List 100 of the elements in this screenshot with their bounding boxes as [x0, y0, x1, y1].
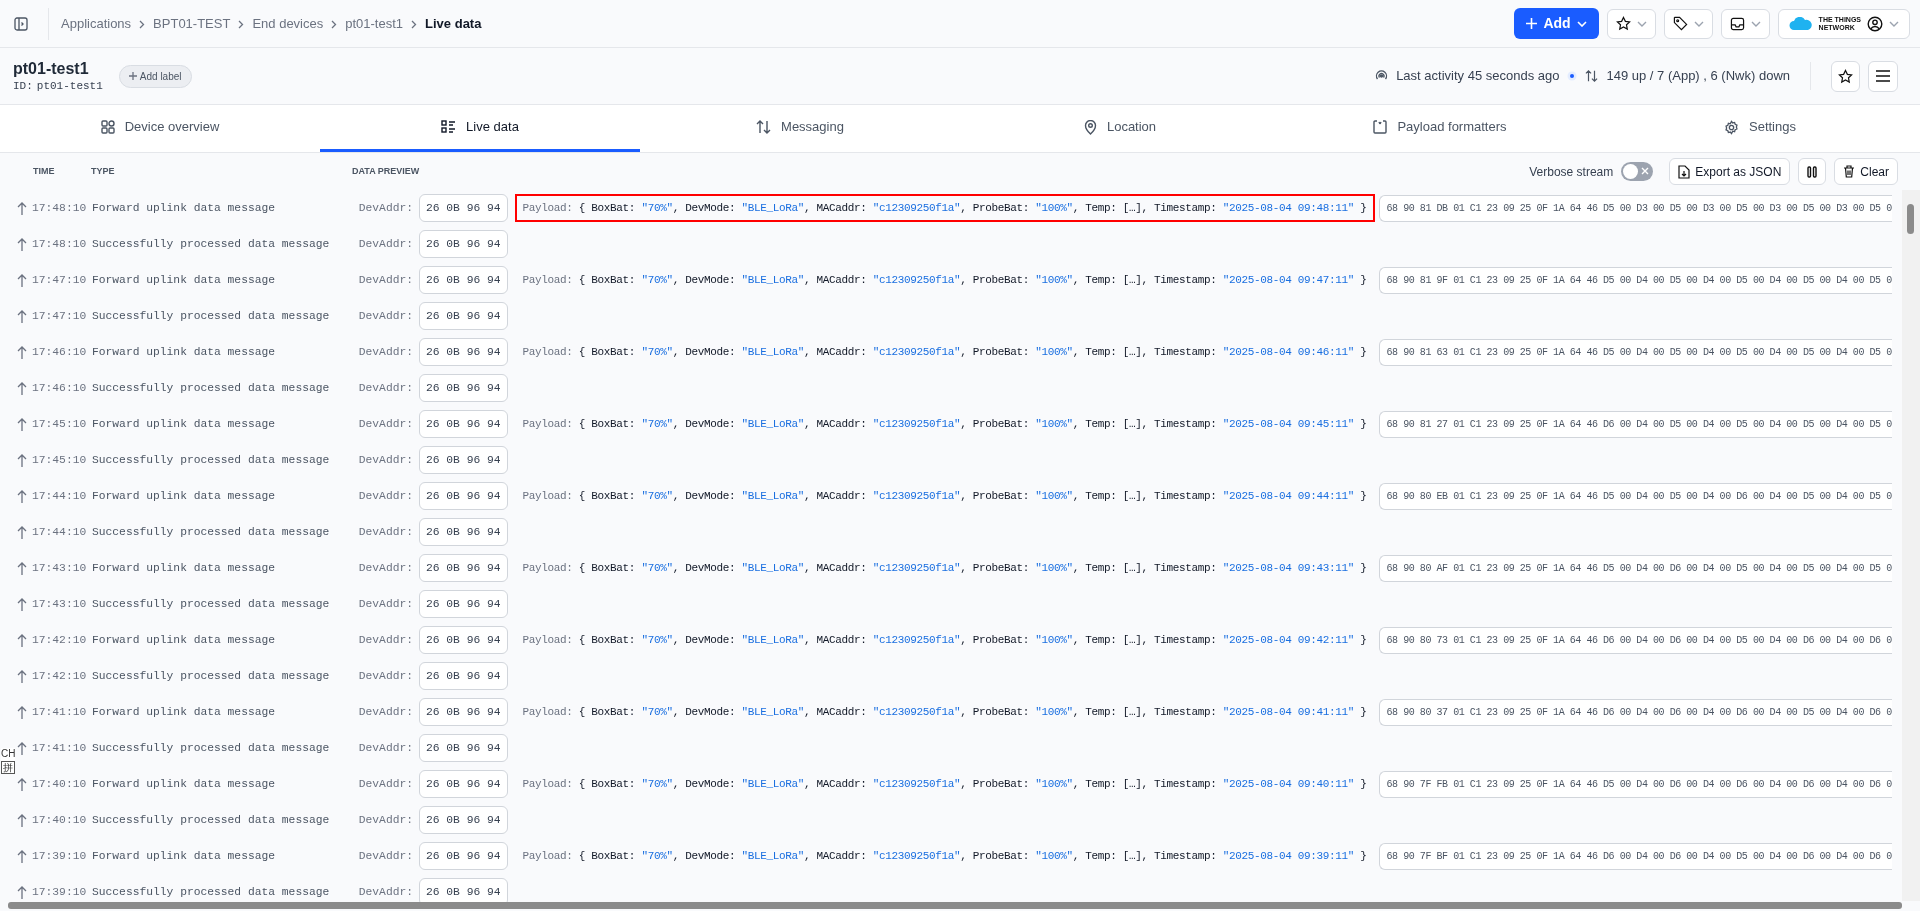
traffic-count-text: 149 up / 7 (App) , 6 (Nwk) down	[1606, 67, 1790, 86]
add-label-button[interactable]: Add label	[118, 64, 192, 88]
column-header: TIME	[33, 164, 56, 178]
payload-json-text: { BoxBat: "70%", DevMode: "BLE_LoRa", MACaddr: "c12309250f1a", ProbeBat: "100%", Temp: […], Timestamp: "2025-08-04 09:48:11" }	[578, 201, 1367, 214]
devaddr-label: DevAddr:	[357, 560, 413, 576]
message-type-cell-text: Successfully processed data message	[92, 668, 331, 684]
devaddr-label: DevAddr:	[357, 884, 413, 900]
breadcrumb-link[interactable]: End devices	[252, 13, 324, 34]
arrow-up-icon	[17, 309, 27, 323]
plus-icon	[1526, 18, 1538, 29]
tags-dropdown[interactable]	[1663, 8, 1713, 39]
devaddr-label: DevAddr:	[357, 272, 413, 288]
message-type-cell-text: Successfully processed data message	[92, 452, 331, 468]
devaddr-value: 26 0B 96 94	[419, 445, 508, 475]
favorite-button[interactable]	[1831, 60, 1860, 92]
status-dot-icon	[1567, 71, 1578, 81]
time-cell-text: 17:46:10	[32, 380, 88, 396]
ime-mode-indicator: 拼	[1, 761, 16, 774]
message-type-cell-text: Forward uplink data message	[92, 848, 277, 864]
sidebar-toggle-icon[interactable]	[14, 16, 28, 31]
code-file-icon	[1373, 120, 1388, 134]
breadcrumb-link[interactable]: BPT01-TEST	[153, 13, 231, 34]
menu-button[interactable]	[1868, 60, 1898, 92]
devaddr-value: 26 0B 96 94	[419, 229, 508, 259]
arrow-up-icon	[17, 201, 27, 215]
bookmarks-dropdown[interactable]	[1606, 8, 1656, 39]
export-json-button[interactable]: Export as JSON	[1669, 158, 1791, 185]
clear-button[interactable]: Clear	[1834, 158, 1898, 185]
time-cell-text: 17:39:10	[32, 848, 88, 864]
last-activity-text: Last activity 45 seconds ago	[1396, 67, 1560, 86]
raw-payload-field: 68 90 80 73 01 C1 23 09 25 0F 1A 64 46 D6 00 D4 00 D6 00 D4 00 D5 00 D4 00 D6 00 D4 00 D6 0	[1378, 626, 1892, 654]
raw-payload-field: 68 90 80 37 01 C1 23 09 25 0F 1A 64 46 D6 00 D4 00 D6 00 D4 00 D6 00 D4 00 D5 00 D4 00 D6 0	[1378, 698, 1892, 726]
time-cell-text: 17:39:10	[32, 884, 88, 900]
payload-label: Payload:	[522, 777, 573, 790]
payload-label: Payload:	[522, 273, 573, 286]
devaddr-value: 26 0B 96 94	[419, 805, 508, 835]
arrow-up-icon	[17, 849, 27, 863]
message-type-cell-text: Successfully processed data message	[92, 380, 331, 396]
time-cell-text: 17:47:10	[32, 272, 88, 288]
time-cell-text: 17:40:10	[32, 812, 88, 828]
inbox-icon	[1729, 16, 1745, 31]
device-name: pt01-test1	[13, 60, 90, 77]
time-cell-text: 17:42:10	[32, 632, 88, 648]
time-cell-text: 17:41:10	[32, 740, 88, 756]
message-type-cell-text: Forward uplink data message	[92, 200, 277, 216]
payload-label: Payload:	[522, 345, 573, 358]
verbose-stream-toggle[interactable]	[1621, 162, 1654, 181]
raw-payload-field: 68 90 7F BF 01 C1 23 09 25 0F 1A 64 46 D6 00 D4 00 D6 00 D4 00 D5 00 D4 00 D6 00 D4 00 D6 0	[1378, 842, 1892, 870]
time-cell-text: 17:43:10	[32, 560, 88, 576]
user-avatar-icon	[1867, 15, 1883, 32]
message-type-cell-text: Successfully processed data message	[92, 596, 331, 612]
devaddr-value: 26 0B 96 94	[419, 661, 508, 691]
breadcrumb-link[interactable]: Live data	[425, 13, 482, 34]
star-icon	[1615, 16, 1631, 31]
devaddr-label: DevAddr:	[357, 200, 413, 216]
message-type-cell-text: Forward uplink data message	[92, 776, 277, 792]
devaddr-label: DevAddr:	[357, 740, 413, 756]
breadcrumb-link[interactable]: Applications	[61, 13, 132, 34]
time-cell-text: 17:45:10	[32, 452, 88, 468]
time-cell-text: 17:41:10	[32, 704, 88, 720]
location-pin-icon	[1083, 119, 1097, 135]
breadcrumb-link[interactable]: pt01-test1	[345, 13, 404, 34]
inbox-dropdown[interactable]	[1720, 8, 1770, 39]
horizontal-scrollbar[interactable]	[8, 902, 1902, 909]
time-cell-text: 17:48:10	[32, 200, 88, 216]
time-cell-text: 17:47:10	[32, 308, 88, 324]
signal-icon	[1375, 70, 1389, 82]
payload-json-text: { BoxBat: "70%", DevMode: "BLE_LoRa", MACaddr: "c12309250f1a", ProbeBat: "100%", Temp: […], Timestamp: "2025-08-04 09:45:11" }	[578, 417, 1367, 430]
star-icon	[1838, 68, 1853, 84]
time-cell-text: 17:43:10	[32, 596, 88, 612]
time-cell-text: 17:45:10	[32, 416, 88, 432]
devaddr-label: DevAddr:	[357, 344, 413, 360]
tab[interactable]: Settings	[1600, 105, 1920, 152]
cloud-logo-icon	[1788, 17, 1813, 30]
devaddr-label: DevAddr:	[357, 704, 413, 720]
up-down-arrows-icon	[756, 120, 772, 134]
tab[interactable]: Payload formatters	[1280, 105, 1600, 152]
devaddr-label: DevAddr:	[357, 524, 413, 540]
devaddr-value: 26 0B 96 94	[419, 517, 508, 547]
message-type-cell-text: Forward uplink data message	[92, 272, 277, 288]
devaddr-value: 26 0B 96 94	[419, 733, 508, 763]
pause-button[interactable]	[1798, 158, 1827, 185]
add-button[interactable]: Add	[1514, 8, 1599, 39]
tab[interactable]: Location	[960, 105, 1280, 152]
x-icon	[1641, 167, 1650, 175]
arrow-up-icon	[17, 417, 27, 431]
time-cell-text: 17:48:10	[32, 236, 88, 252]
raw-payload-field: 68 90 81 27 01 C1 23 09 25 0F 1A 64 46 D6 00 D4 00 D5 00 D4 00 D5 00 D4 00 D5 00 D4 00 D5 0	[1378, 410, 1892, 438]
devaddr-value: 26 0B 96 94	[419, 409, 508, 439]
ime-language-indicator: CH	[1, 748, 16, 759]
devaddr-value: 26 0B 96 94	[419, 301, 508, 331]
menu-icon	[1876, 70, 1890, 82]
devaddr-value: 26 0B 96 94	[419, 481, 508, 511]
tab[interactable]: Live data	[320, 105, 640, 152]
vertical-scrollbar[interactable]	[1902, 190, 1920, 901]
tab[interactable]: Messaging	[640, 105, 960, 152]
payload-json-text: { BoxBat: "70%", DevMode: "BLE_LoRa", MACaddr: "c12309250f1a", ProbeBat: "100%", Temp: […], Timestamp: "2025-08-04 09:47:11" }	[578, 273, 1367, 286]
pause-icon	[1807, 165, 1818, 178]
tab[interactable]: Device overview	[0, 105, 320, 152]
trash-icon	[1843, 165, 1856, 178]
